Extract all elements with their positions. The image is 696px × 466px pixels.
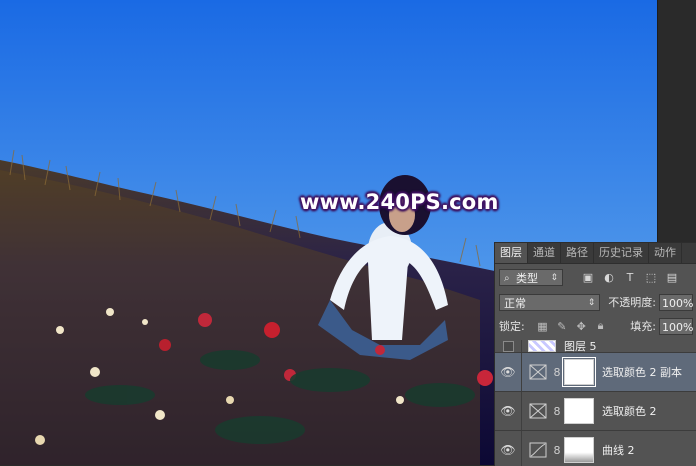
- layer-mask-thumbnail[interactable]: [564, 437, 594, 463]
- opacity-input[interactable]: 100%: [659, 293, 694, 311]
- chevron-updown-icon: ⇕: [550, 272, 558, 283]
- blend-mode-select[interactable]: 正常 ⇕: [499, 293, 601, 311]
- layer-thumbnail: [528, 340, 556, 352]
- layer-row[interactable]: 👁︎ 8 选取颜色 2: [495, 391, 696, 430]
- layers-panel: 图层 通道 路径 历史记录 动作 ⌕ 类型 ⇕ ▣ ◐ T ⬚ ▤ 正常 ⇕ 不…: [494, 242, 696, 466]
- blend-row: 正常 ⇕ 不透明度: 100%: [495, 290, 696, 314]
- image-filter-icon[interactable]: ▣: [581, 270, 595, 284]
- opacity-label: 不透明度:: [608, 296, 656, 309]
- lock-all-icon[interactable]: 🔒︎: [595, 319, 606, 333]
- blend-mode-value: 正常: [504, 296, 526, 310]
- lock-transparent-icon[interactable]: ▦: [537, 320, 548, 333]
- chevron-updown-icon: ⇕: [587, 297, 596, 308]
- adjustment-filter-icon[interactable]: ◐: [602, 270, 616, 284]
- eye-icon[interactable]: 👁︎: [495, 353, 522, 391]
- eye-icon[interactable]: 👁︎: [495, 431, 522, 466]
- link-icon[interactable]: 8: [550, 444, 564, 457]
- link-icon[interactable]: 8: [550, 405, 564, 418]
- type-filter-icon[interactable]: T: [623, 270, 637, 284]
- tab-layers[interactable]: 图层: [495, 243, 528, 263]
- panel-tabs: 图层 通道 路径 历史记录 动作: [495, 243, 696, 264]
- visibility-toggle[interactable]: [495, 340, 522, 352]
- selective-color-adjustment-icon: [528, 401, 548, 421]
- layer-list: 图层 5 👁︎ 8 选取颜色 2 副本 👁︎ 8 选取颜色 2 👁︎ 8 曲线 …: [495, 340, 696, 466]
- layer-name: 曲线 2: [602, 444, 635, 457]
- layer-mask-thumbnail[interactable]: [564, 398, 594, 424]
- tab-history[interactable]: 历史记录: [594, 243, 649, 263]
- selective-color-adjustment-icon: [528, 362, 548, 382]
- search-icon: ⌕: [504, 272, 510, 284]
- link-icon[interactable]: 8: [550, 366, 564, 379]
- fill-input[interactable]: 100%: [659, 317, 694, 335]
- lock-row: 锁定: ▦ ✎ ✥ 🔒︎ 填充: 100%: [495, 314, 696, 338]
- fill-value: 100%: [662, 320, 694, 334]
- lock-image-icon[interactable]: ✎: [556, 320, 567, 333]
- hidden-eye-box-icon: [502, 340, 514, 352]
- lock-position-icon[interactable]: ✥: [576, 320, 587, 333]
- layer-row[interactable]: 图层 5: [495, 340, 696, 353]
- curves-adjustment-icon: [528, 440, 548, 460]
- layer-name: 选取颜色 2: [602, 405, 657, 418]
- fill-label: 填充:: [630, 320, 656, 333]
- smart-object-filter-icon[interactable]: ▤: [665, 270, 679, 284]
- layer-mask-thumbnail[interactable]: [562, 357, 596, 387]
- tab-actions[interactable]: 动作: [649, 243, 682, 263]
- layer-row[interactable]: 👁︎ 8 曲线 2: [495, 430, 696, 466]
- layer-row[interactable]: 👁︎ 8 选取颜色 2 副本: [495, 352, 696, 391]
- kind-filter-label: 类型: [516, 271, 538, 285]
- opacity-value: 100%: [662, 296, 694, 310]
- layer-name: 选取颜色 2 副本: [602, 366, 682, 379]
- filter-row: ⌕ 类型 ⇕ ▣ ◐ T ⬚ ▤: [495, 264, 696, 290]
- eye-icon[interactable]: 👁︎: [495, 392, 522, 430]
- watermark-text: www.240PS.com: [300, 190, 499, 214]
- layer-kind-filter[interactable]: ⌕ 类型 ⇕: [499, 268, 563, 286]
- shape-filter-icon[interactable]: ⬚: [644, 270, 658, 284]
- tab-channels[interactable]: 通道: [528, 243, 561, 263]
- tab-paths[interactable]: 路径: [561, 243, 594, 263]
- lock-label: 锁定:: [499, 320, 525, 333]
